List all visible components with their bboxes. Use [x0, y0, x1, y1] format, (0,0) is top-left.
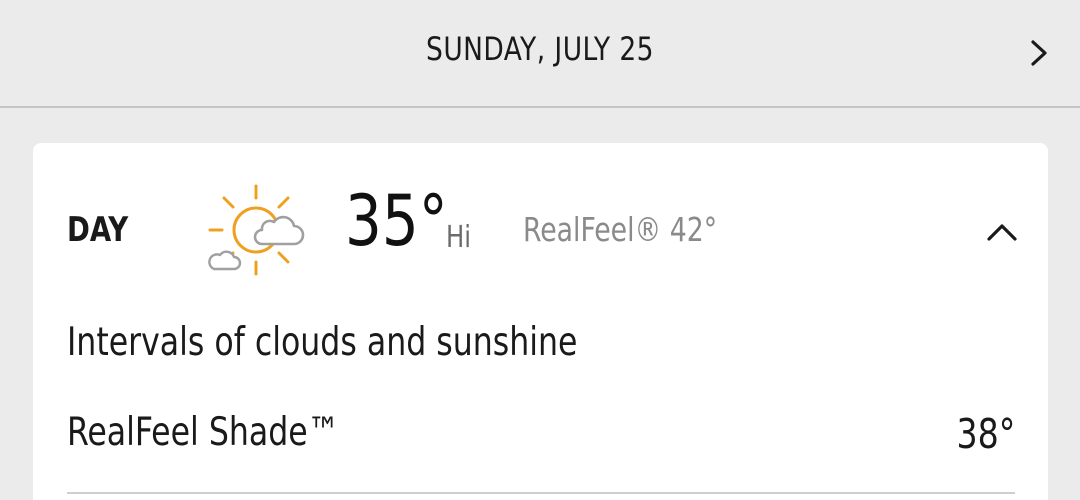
high-temperature: 35°: [345, 180, 448, 262]
detail-label: RealFeel Shade™: [67, 410, 340, 455]
detail-row-realfeel-shade: RealFeel Shade™ 38°: [67, 404, 1015, 494]
weather-phrase: Intervals of clouds and sunshine: [67, 320, 578, 365]
high-temperature-suffix: Hi: [446, 220, 472, 255]
detail-value: 38°: [956, 410, 1015, 458]
date-title: SUNDAY, JULY 25: [426, 30, 654, 68]
date-header: SUNDAY, JULY 25: [0, 0, 1080, 108]
partly-sunny-icon: [200, 180, 312, 284]
period-label: DAY: [67, 210, 129, 250]
realfeel-temperature: RealFeel® 42°: [523, 210, 718, 249]
chevron-right-icon[interactable]: [1020, 34, 1060, 74]
chevron-up-icon[interactable]: [982, 212, 1022, 252]
